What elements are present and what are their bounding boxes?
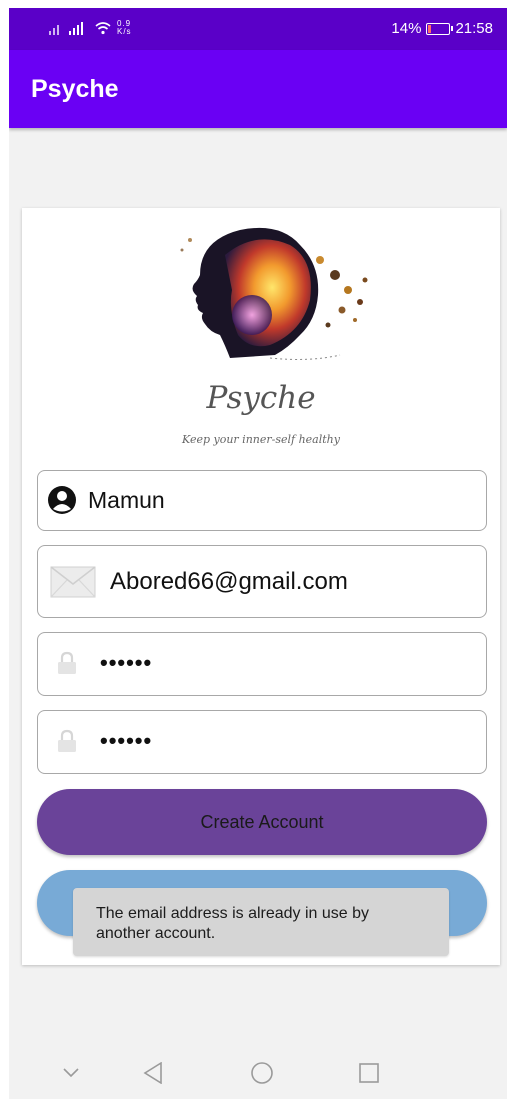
- status-bar: 0.9 K/s 14% 21:58: [9, 8, 507, 50]
- chevron-down-icon[interactable]: [63, 1068, 79, 1078]
- lock-icon: [58, 651, 76, 674]
- phone-screen: 0.9 K/s 14% 21:58 Psyche Psyche Keep you…: [9, 8, 507, 1099]
- name-value: Mamun: [88, 487, 165, 513]
- battery-icon: [426, 22, 454, 35]
- password-field[interactable]: ••••••: [37, 632, 487, 696]
- tagline: Keep your inner-self healthy: [182, 433, 340, 446]
- navigation-bar: [9, 1048, 507, 1099]
- lock-icon: [58, 729, 76, 752]
- status-right: 14% 21:58: [391, 20, 493, 37]
- wifi-icon: [95, 21, 111, 34]
- app-bar: Psyche: [9, 50, 507, 128]
- mail-icon: [50, 566, 96, 598]
- network-speed: 0.9 K/s: [117, 19, 132, 36]
- recents-icon[interactable]: [359, 1063, 379, 1083]
- battery-percent: 14%: [391, 20, 422, 37]
- toast-message: The email address is already in use by a…: [96, 905, 370, 942]
- back-icon[interactable]: [143, 1062, 163, 1084]
- name-field[interactable]: Mamun: [37, 470, 487, 531]
- home-icon[interactable]: [251, 1062, 273, 1084]
- user-icon: [48, 486, 76, 514]
- email-value: Abored66@gmail.com: [110, 568, 348, 595]
- psyche-logo-image: [180, 227, 368, 360]
- error-toast: The email address is already in use by a…: [73, 888, 449, 956]
- battery-fill: [428, 24, 432, 33]
- confirm-password-value: ••••••: [100, 728, 153, 753]
- status-left: 0.9 K/s: [49, 20, 132, 36]
- password-value: ••••••: [100, 650, 153, 675]
- email-field[interactable]: Abored66@gmail.com: [37, 545, 487, 618]
- confirm-password-field[interactable]: ••••••: [37, 710, 487, 774]
- create-account-button[interactable]: Create Account: [37, 789, 487, 855]
- clock: 21:58: [455, 20, 493, 37]
- signup-card: Psyche Keep your inner-self healthy Mamu…: [22, 208, 500, 965]
- brand-name: Psyche: [206, 380, 316, 416]
- app-title: Psyche: [31, 75, 119, 103]
- signal-icon: [49, 22, 83, 35]
